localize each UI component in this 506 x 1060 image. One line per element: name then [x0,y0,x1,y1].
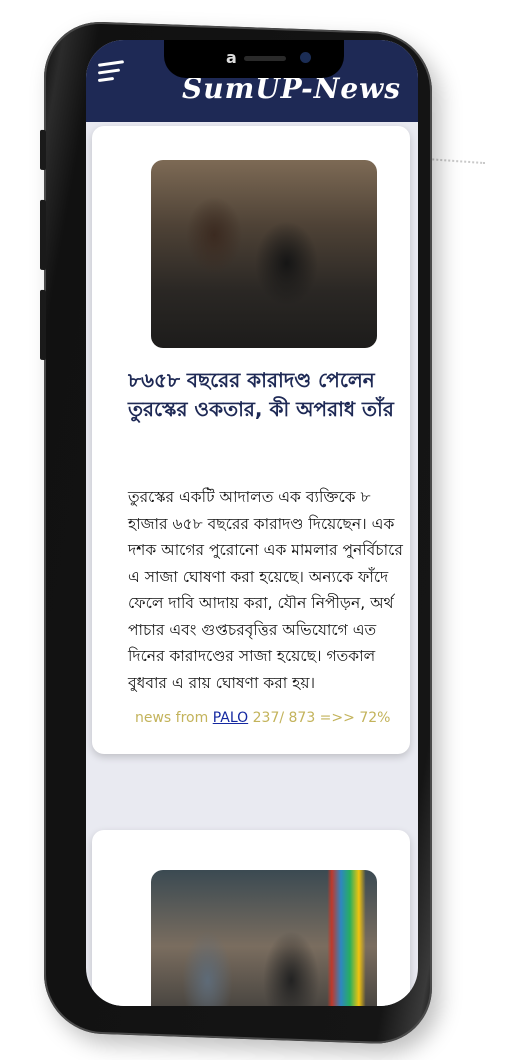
news-headline[interactable]: ৮৬৫৮ বছরের কারাদণ্ড পেলেন তুরস্কের ওকতার… [128,366,398,424]
phone-screen: SumUP-News a ৮৬৫৮ বছরের কারাদণ্ড পেলেন ত… [86,40,418,1006]
volume-down-button [40,289,46,361]
news-image[interactable] [151,160,377,348]
news-image[interactable] [151,870,377,1006]
notch-logo: a [226,48,237,67]
news-card[interactable] [92,830,410,1006]
news-summary: তুরস্কের একটি আদালত এক ব্যক্তিকে ৮ হাজার… [128,488,403,692]
news-source-line: news from PALO 237/ 873 =>> 72% [135,710,390,726]
source-link[interactable]: PALO [213,710,248,726]
decorative-dots [424,157,486,171]
source-prefix: news from [135,710,209,726]
front-camera [300,52,311,63]
news-card[interactable]: ৮৬৫৮ বছরের কারাদণ্ড পেলেন তুরস্কের ওকতার… [92,126,410,754]
mute-switch [40,129,46,171]
source-stats: 237/ 873 =>> 72% [252,710,391,726]
phone-notch: a [164,40,344,78]
earpiece-speaker [244,56,286,61]
volume-up-button [40,199,46,271]
hamburger-menu-icon[interactable] [97,60,126,84]
